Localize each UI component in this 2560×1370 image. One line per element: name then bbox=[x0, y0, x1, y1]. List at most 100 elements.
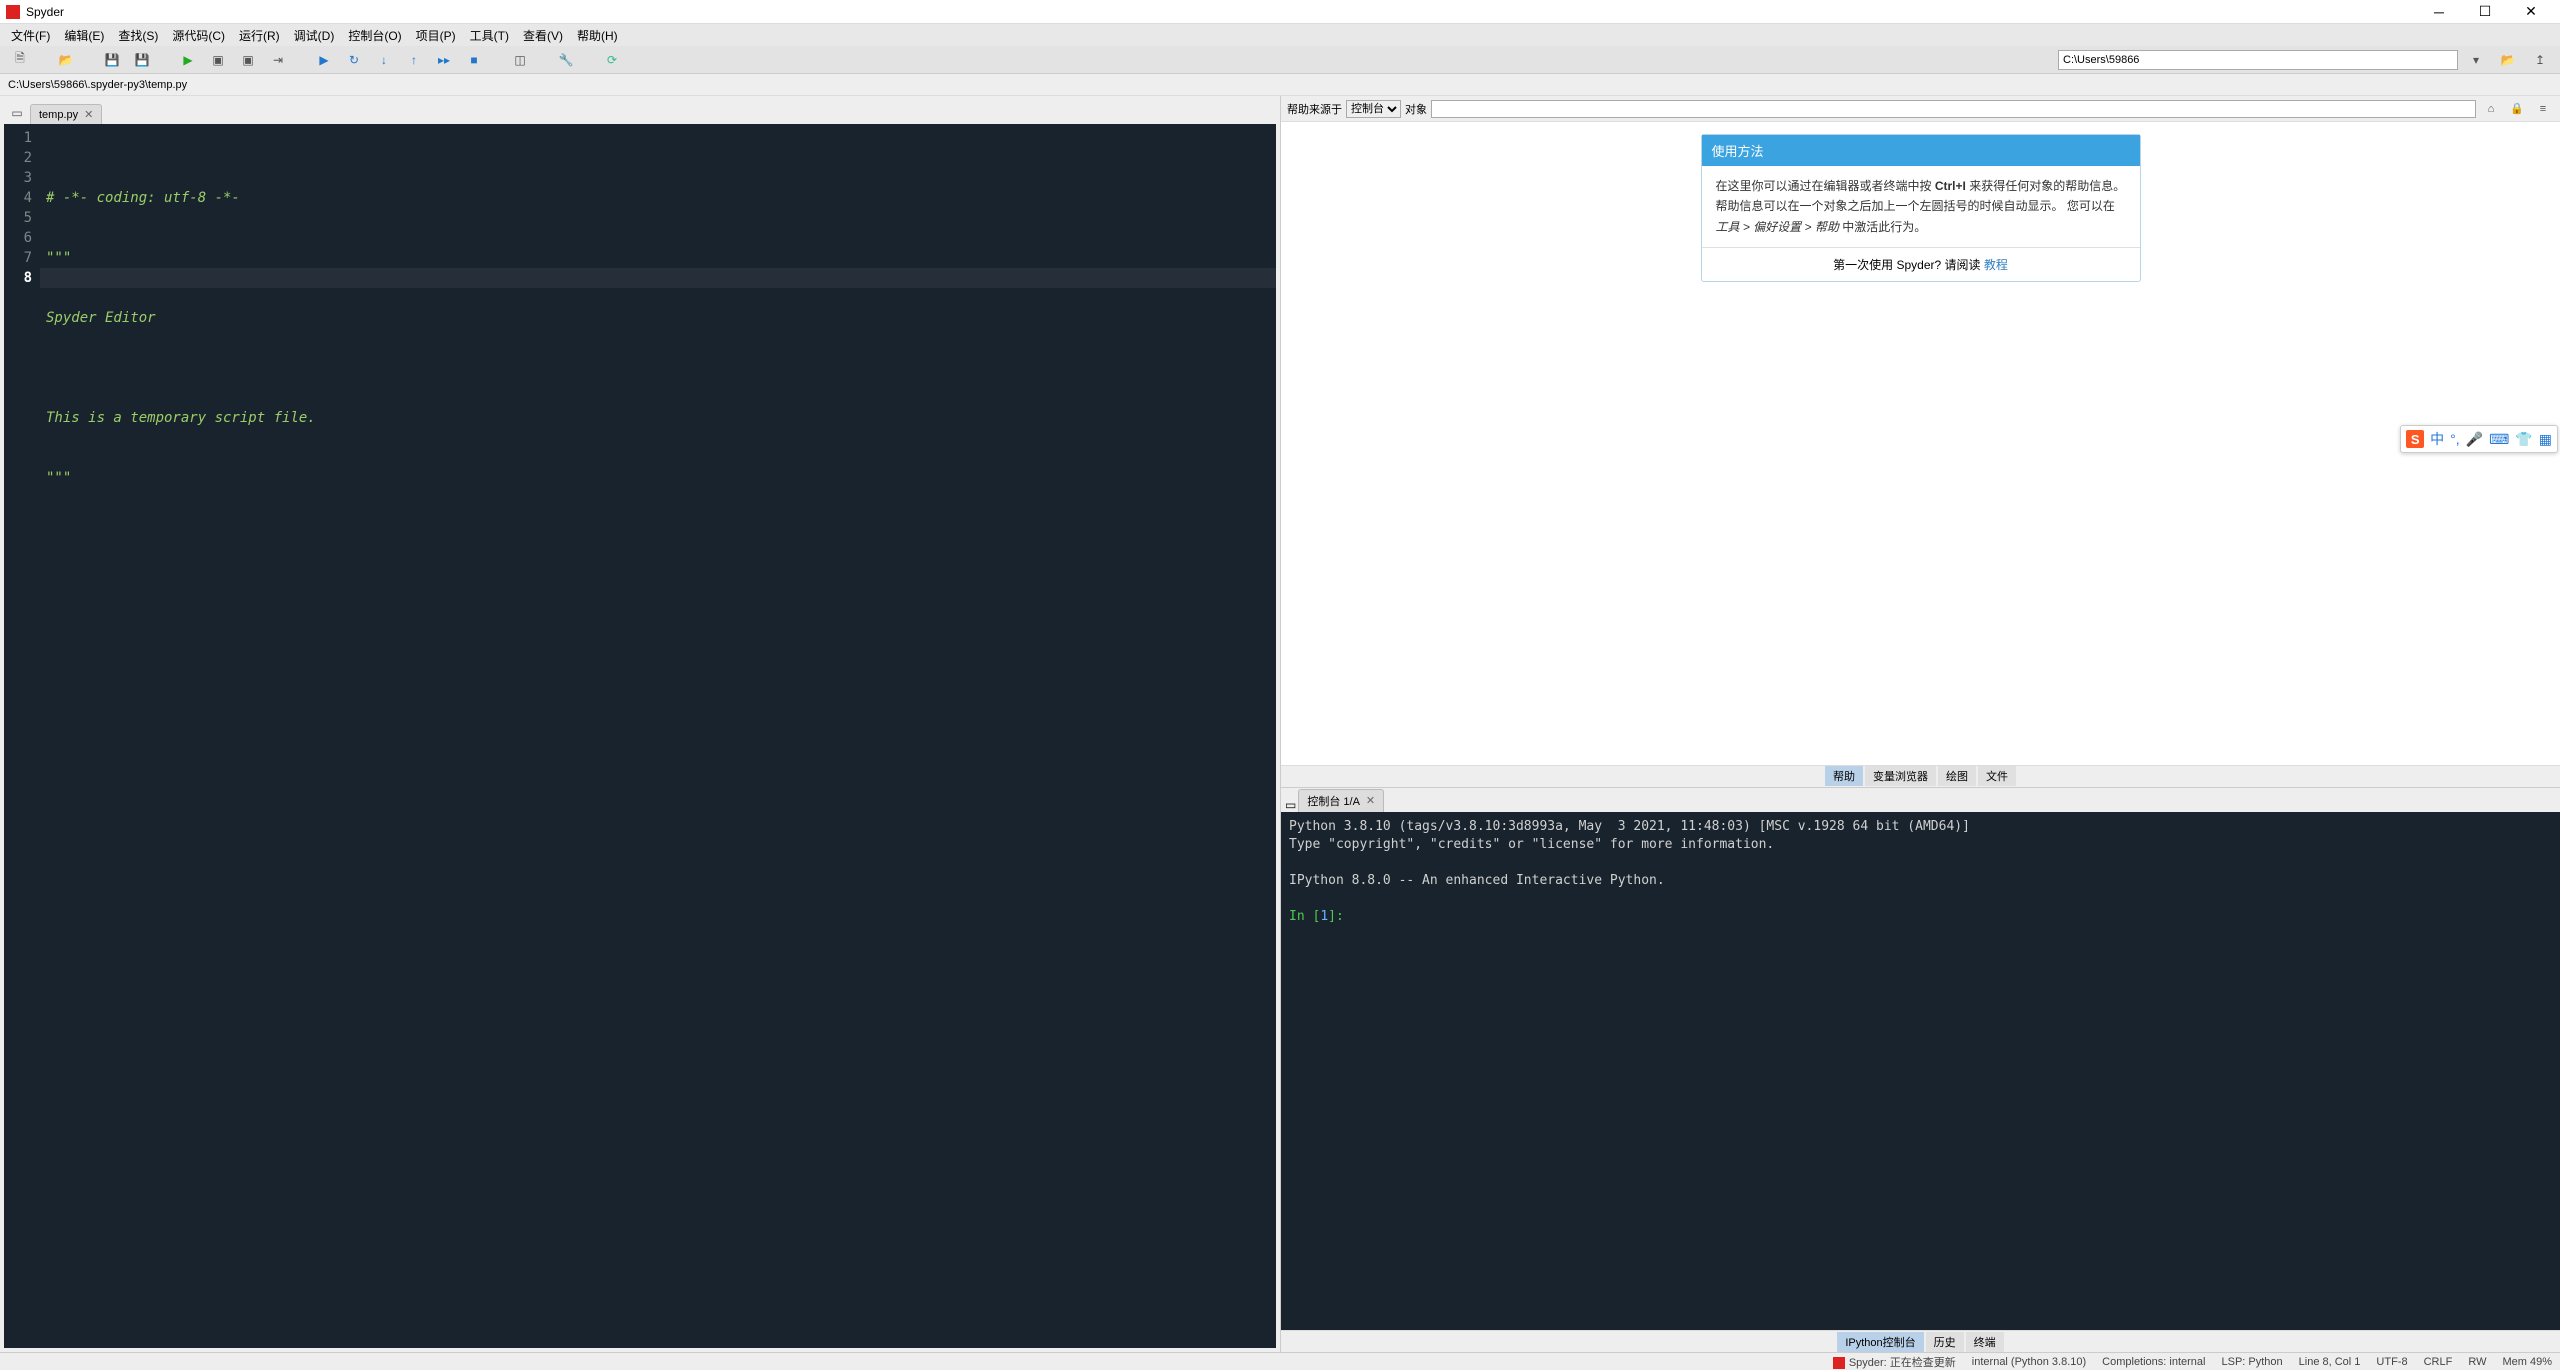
browse-dir-button[interactable]: 📂 bbox=[2494, 49, 2522, 71]
debug-step-out-button[interactable]: ↑ bbox=[400, 49, 428, 71]
sb-lsp[interactable]: LSP: Python bbox=[2222, 1356, 2283, 1368]
run-cell-advance-button[interactable]: ▣ bbox=[234, 49, 262, 71]
help-pane: 帮助来源于 控制台 对象 ⌂ 🔒 ≡ 使用方法 在这里你可以通过在编辑器或者终端… bbox=[1280, 96, 2560, 787]
debug-step-in-button[interactable]: ↓ bbox=[370, 49, 398, 71]
help-usage-card: 使用方法 在这里你可以通过在编辑器或者终端中按 Ctrl+I 来获得任何对象的帮… bbox=[1701, 134, 2141, 282]
help-lock-icon[interactable]: 🔒 bbox=[2506, 98, 2528, 120]
sb-interpreter[interactable]: internal (Python 3.8.10) bbox=[1972, 1356, 2086, 1368]
help-card-line2: 帮助信息可以在一个对象之后加上一个左圆括号的时候自动显示。 您可以在 工具 > … bbox=[1716, 196, 2126, 237]
sb-completions[interactable]: Completions: internal bbox=[2102, 1356, 2205, 1368]
spyder-logo-icon bbox=[1833, 1357, 1845, 1369]
menubar: 文件(F) 编辑(E) 查找(S) 源代码(C) 运行(R) 调试(D) 控制台… bbox=[0, 24, 2560, 46]
working-dir-combo[interactable] bbox=[2058, 50, 2458, 70]
tab-ipython-console[interactable]: IPython控制台 bbox=[1837, 1332, 1923, 1352]
help-source-select[interactable]: 控制台 bbox=[1346, 100, 1401, 118]
debug-step-button[interactable]: ↻ bbox=[340, 49, 368, 71]
menu-source[interactable]: 源代码(C) bbox=[165, 25, 232, 46]
toolbar: 🗎 📂 💾 💾 ▶ ▣ ▣ ⇥ ▶ ↻ ↓ ↑ ▸▸ ■ ◫ 🔧 ⟳ ▾ 📂 ↥ bbox=[0, 46, 2560, 74]
menu-help[interactable]: 帮助(H) bbox=[570, 25, 625, 46]
help-card-line1: 在这里你可以通过在编辑器或者终端中按 Ctrl+I 来获得任何对象的帮助信息。 bbox=[1716, 176, 2126, 196]
browse-tabs-icon[interactable]: ▭ bbox=[6, 102, 28, 124]
help-card-footer: 第一次使用 Spyder? 请阅读 教程 bbox=[1702, 247, 2140, 281]
editor-tab-temp[interactable]: temp.py ✕ bbox=[30, 104, 102, 124]
console-tab-label: 控制台 1/A bbox=[1307, 793, 1360, 809]
menu-file[interactable]: 文件(F) bbox=[4, 25, 57, 46]
menu-edit[interactable]: 编辑(E) bbox=[57, 25, 111, 46]
app-logo-icon bbox=[6, 5, 20, 19]
help-object-label: 对象 bbox=[1405, 101, 1427, 117]
python-path-button[interactable]: ⟳ bbox=[598, 49, 626, 71]
tab-variable-explorer[interactable]: 变量浏览器 bbox=[1865, 766, 1936, 786]
menu-tools[interactable]: 工具(T) bbox=[463, 25, 516, 46]
console-tabbar: ▭ 控制台 1/A ✕ bbox=[1281, 788, 2560, 812]
save-button[interactable]: 💾 bbox=[98, 49, 126, 71]
editor-tab-label: temp.py bbox=[39, 109, 78, 121]
console-tab-1a[interactable]: 控制台 1/A ✕ bbox=[1298, 789, 1384, 812]
ime-logo-icon[interactable]: S bbox=[2406, 430, 2424, 448]
debug-stop-button[interactable]: ■ bbox=[460, 49, 488, 71]
help-content: 使用方法 在这里你可以通过在编辑器或者终端中按 Ctrl+I 来获得任何对象的帮… bbox=[1281, 122, 2560, 765]
code-area[interactable]: # -*- coding: utf-8 -*- """ Spyder Edito… bbox=[40, 124, 1276, 1348]
ime-toolbar[interactable]: S 中 °, 🎤 ⌨ 👕 ▦ bbox=[2400, 425, 2558, 453]
debug-button[interactable]: ▶ bbox=[310, 49, 338, 71]
line-number-gutter: 1 2 3 4 5 6 7 8 bbox=[4, 124, 40, 1348]
ime-skin-icon[interactable]: 👕 bbox=[2515, 431, 2532, 448]
editor-body[interactable]: 1 2 3 4 5 6 7 8 # -*- coding: utf-8 -*- … bbox=[4, 124, 1276, 1348]
console-pane-tabs: IPython控制台 历史 终端 bbox=[1281, 1330, 2560, 1352]
close-tab-icon[interactable]: ✕ bbox=[84, 108, 93, 121]
sb-update: Spyder: 正在检查更新 bbox=[1833, 1354, 1956, 1370]
working-dir-dropdown-icon[interactable]: ▾ bbox=[2462, 49, 2490, 71]
open-file-button[interactable]: 📂 bbox=[52, 49, 80, 71]
tab-help[interactable]: 帮助 bbox=[1825, 766, 1863, 786]
menu-search[interactable]: 查找(S) bbox=[111, 25, 165, 46]
tab-history[interactable]: 历史 bbox=[1926, 1332, 1964, 1352]
menu-consoles[interactable]: 控制台(O) bbox=[341, 25, 408, 46]
console-browse-tabs-icon[interactable]: ▭ bbox=[1285, 798, 1296, 812]
parent-dir-button[interactable]: ↥ bbox=[2526, 49, 2554, 71]
preferences-button[interactable]: 🔧 bbox=[552, 49, 580, 71]
maximize-button[interactable]: ☐ bbox=[2462, 0, 2508, 24]
new-file-button[interactable]: 🗎 bbox=[6, 49, 34, 71]
sb-eol[interactable]: CRLF bbox=[2424, 1356, 2453, 1368]
help-home-icon[interactable]: ⌂ bbox=[2480, 98, 2502, 120]
sb-memory: Mem 49% bbox=[2502, 1356, 2552, 1368]
menu-run[interactable]: 运行(R) bbox=[232, 25, 287, 46]
statusbar: Spyder: 正在检查更新 internal (Python 3.8.10) … bbox=[0, 1352, 2560, 1370]
current-file-path: C:\Users\59866\.spyder-py3\temp.py bbox=[8, 79, 187, 91]
close-button[interactable]: ✕ bbox=[2508, 0, 2554, 24]
editor-pane: ▭ temp.py ✕ 1 2 3 4 5 6 7 8 # -*- coding… bbox=[0, 96, 1280, 1352]
ime-lang-toggle[interactable]: 中 bbox=[2430, 429, 2444, 449]
menu-view[interactable]: 查看(V) bbox=[516, 25, 570, 46]
save-all-button[interactable]: 💾 bbox=[128, 49, 156, 71]
file-path-bar: C:\Users\59866\.spyder-py3\temp.py bbox=[0, 74, 2560, 96]
run-selection-button[interactable]: ⇥ bbox=[264, 49, 292, 71]
help-toolbar: 帮助来源于 控制台 对象 ⌂ 🔒 ≡ bbox=[1281, 96, 2560, 122]
ime-keyboard-icon[interactable]: ⌨ bbox=[2489, 431, 2509, 448]
run-cell-button[interactable]: ▣ bbox=[204, 49, 232, 71]
debug-continue-button[interactable]: ▸▸ bbox=[430, 49, 458, 71]
titlebar: Spyder ─ ☐ ✕ bbox=[0, 0, 2560, 24]
tab-terminal[interactable]: 终端 bbox=[1966, 1332, 2004, 1352]
menu-debug[interactable]: 调试(D) bbox=[287, 25, 342, 46]
help-pane-tabs: 帮助 变量浏览器 绘图 文件 bbox=[1281, 765, 2560, 787]
ime-punct-icon[interactable]: °, bbox=[2450, 431, 2460, 447]
tab-plots[interactable]: 绘图 bbox=[1938, 766, 1976, 786]
run-button[interactable]: ▶ bbox=[174, 49, 202, 71]
minimize-button[interactable]: ─ bbox=[2416, 0, 2462, 24]
menu-projects[interactable]: 项目(P) bbox=[409, 25, 463, 46]
tab-files[interactable]: 文件 bbox=[1978, 766, 2016, 786]
editor-tabbar: ▭ temp.py ✕ bbox=[4, 100, 1276, 124]
window-title: Spyder bbox=[26, 5, 2416, 19]
sb-permissions: RW bbox=[2468, 1356, 2486, 1368]
ime-toolbox-icon[interactable]: ▦ bbox=[2539, 431, 2552, 448]
console-output[interactable]: Python 3.8.10 (tags/v3.8.10:3d8993a, May… bbox=[1281, 812, 2560, 1330]
help-tutorial-link[interactable]: 教程 bbox=[1984, 258, 2008, 272]
ime-mic-icon[interactable]: 🎤 bbox=[2466, 431, 2483, 448]
help-menu-icon[interactable]: ≡ bbox=[2532, 98, 2554, 120]
maximize-pane-button[interactable]: ◫ bbox=[506, 49, 534, 71]
help-object-input[interactable] bbox=[1431, 100, 2476, 118]
help-card-title: 使用方法 bbox=[1702, 135, 2140, 166]
console-close-tab-icon[interactable]: ✕ bbox=[1366, 794, 1375, 807]
sb-cursor-pos[interactable]: Line 8, Col 1 bbox=[2299, 1356, 2361, 1368]
sb-encoding[interactable]: UTF-8 bbox=[2376, 1356, 2407, 1368]
